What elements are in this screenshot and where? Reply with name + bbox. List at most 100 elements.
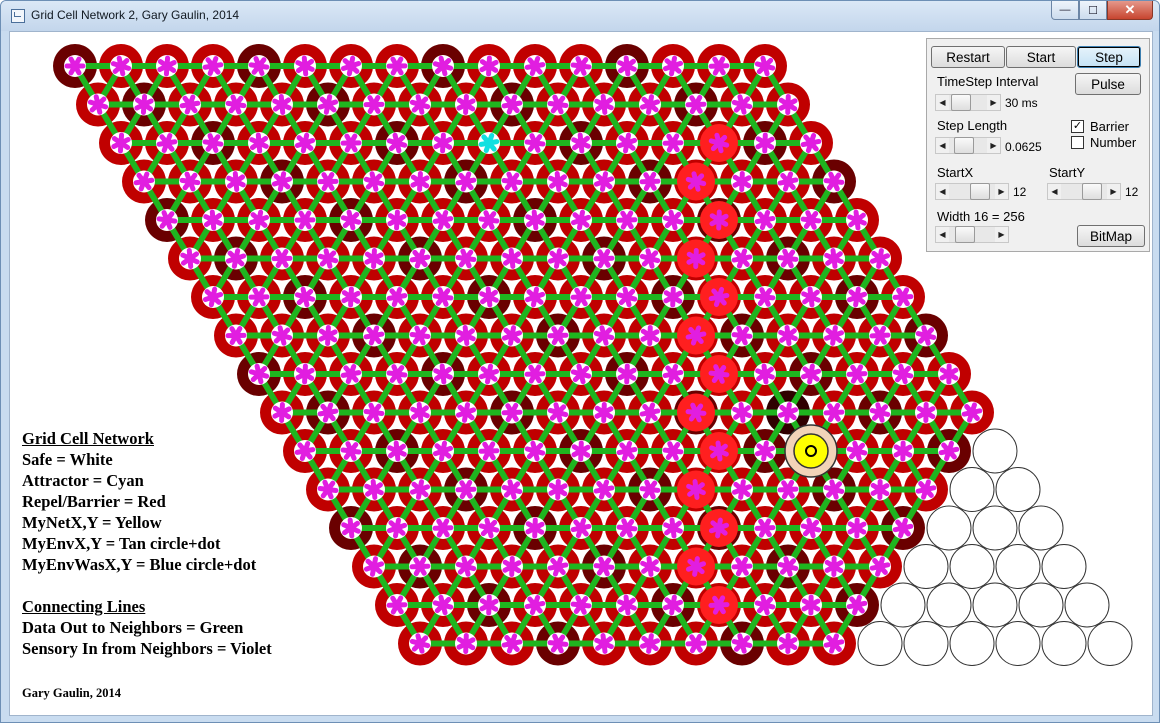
sensory-in-mark (202, 139, 224, 147)
timestep-label: TimeStep Interval (937, 74, 1039, 89)
legend: Grid Cell Network Safe = White Attractor… (22, 428, 362, 659)
bitmap-button[interactable]: BitMap (1077, 225, 1145, 247)
restart-button[interactable]: Restart (931, 46, 1005, 68)
legend-spacer (22, 575, 362, 596)
scroll-right-icon[interactable]: ▶ (987, 138, 1000, 153)
safe-cell (857, 621, 903, 666)
close-button[interactable]: ✕ (1107, 1, 1153, 20)
number-check-icon[interactable] (1071, 136, 1084, 149)
sensory-in-mark (179, 177, 201, 186)
sensory-in-mark (738, 402, 746, 423)
sensory-in-mark (440, 132, 446, 154)
sensory-in-mark (325, 325, 331, 346)
scroll-left-icon[interactable]: ◀ (936, 184, 949, 199)
maximize-button[interactable]: ☐ (1079, 1, 1107, 20)
lines-item: Data Out to Neighbors = Green (22, 618, 244, 637)
scroll-left-icon[interactable]: ◀ (1048, 184, 1061, 199)
slider-track[interactable] (949, 226, 995, 243)
timestep-value: 30 ms (1005, 96, 1038, 110)
safe-cell (949, 467, 995, 512)
scroll-left-icon[interactable]: ◀ (936, 95, 949, 110)
slider-thumb[interactable] (1082, 183, 1102, 200)
title-bar[interactable]: Grid Cell Network 2, Gary Gaulin, 2014 —… (1, 1, 1159, 31)
app-icon (11, 9, 25, 23)
slider-thumb[interactable] (970, 183, 990, 200)
slider-thumb[interactable] (955, 226, 975, 243)
timestep-slider[interactable]: ◀ ▶ (935, 94, 1001, 111)
pulse-button[interactable]: Pulse (1075, 73, 1141, 95)
safe-cell (1018, 505, 1064, 551)
legend-item: Repel/Barrier = Red (22, 492, 166, 511)
scroll-right-icon[interactable]: ▶ (995, 227, 1008, 242)
starty-value: 12 (1125, 185, 1139, 199)
my-net-circle (793, 433, 829, 469)
scroll-left-icon[interactable]: ◀ (936, 227, 949, 242)
slider-thumb[interactable] (954, 137, 974, 154)
lines-item: Sensory In from Neighbors = Violet (22, 639, 272, 658)
sensory-in-mark (455, 486, 477, 493)
safe-cell (880, 582, 926, 628)
scroll-right-icon[interactable]: ▶ (995, 184, 1008, 199)
sensory-in-mark (708, 63, 730, 69)
sensory-in-mark (623, 594, 631, 616)
number-label: Number (1090, 135, 1137, 150)
sensory-in-mark (807, 363, 815, 385)
start-button[interactable]: Start (1006, 46, 1076, 68)
legend-item: MyNetX,Y = Yellow (22, 513, 162, 532)
scroll-right-icon[interactable]: ▶ (1107, 184, 1120, 199)
starty-slider[interactable]: ◀ ▶ (1047, 183, 1121, 200)
sensory-in-mark (409, 563, 431, 570)
legend-item: MyEnvWasX,Y = Blue circle+dot (22, 555, 257, 574)
sensory-in-mark (685, 101, 707, 108)
safe-cell (1041, 544, 1087, 589)
sensory-in-mark (133, 177, 155, 186)
sensory-in-mark (478, 448, 500, 454)
sensory-in-mark (662, 140, 684, 146)
sensory-in-mark (600, 633, 608, 654)
starty-label: StartY (1049, 165, 1086, 180)
step-length-value: 0.0625 (1005, 140, 1042, 154)
safe-cell (926, 505, 972, 551)
startx-slider[interactable]: ◀ ▶ (935, 183, 1009, 200)
legend-item: Safe = White (22, 450, 113, 469)
sensory-in-mark (394, 209, 400, 231)
slider-track[interactable] (1061, 183, 1107, 200)
sensory-in-mark (348, 286, 354, 308)
sensory-in-mark (715, 517, 723, 539)
step-button[interactable]: Step (1077, 46, 1141, 68)
sensory-in-mark (853, 286, 861, 308)
number-checkbox[interactable]: Number (1071, 135, 1136, 150)
scroll-right-icon[interactable]: ▶ (987, 95, 1000, 110)
safe-cell (1018, 582, 1064, 628)
sensory-in-mark (386, 602, 408, 608)
sensory-in-mark (807, 286, 815, 308)
sensory-in-mark (761, 440, 769, 462)
slider-track[interactable] (949, 94, 987, 111)
credit-text: Gary Gaulin, 2014 (22, 686, 121, 700)
sensory-in-mark (823, 639, 845, 648)
sensory-in-mark (279, 402, 285, 423)
step-length-slider[interactable]: ◀ ▶ (935, 137, 1001, 154)
sensory-in-mark (524, 371, 546, 377)
scroll-left-icon[interactable]: ◀ (936, 138, 949, 153)
safe-cell (995, 544, 1041, 589)
safe-cell (972, 582, 1018, 628)
slider-track[interactable] (949, 137, 987, 154)
minimize-button[interactable]: — (1051, 1, 1079, 20)
sensory-in-mark (225, 100, 247, 109)
slider-track[interactable] (949, 183, 995, 200)
width-slider[interactable]: ◀ ▶ (935, 226, 1009, 243)
sensory-in-mark (784, 402, 792, 423)
slider-thumb[interactable] (951, 94, 971, 111)
sensory-in-mark (830, 248, 838, 269)
sensory-in-mark (715, 440, 723, 462)
startx-label: StartX (937, 165, 974, 180)
sensory-in-mark (248, 62, 270, 70)
sensory-in-mark (853, 209, 861, 231)
safe-cell (949, 621, 995, 666)
barrier-check-icon[interactable]: ✓ (1071, 120, 1084, 133)
barrier-checkbox[interactable]: ✓ Barrier (1071, 119, 1129, 134)
barrier-label: Barrier (1090, 119, 1130, 134)
network-canvas[interactable]: Grid Cell Network Safe = White Attractor… (9, 31, 1153, 716)
width-label: Width 16 = 256 (937, 209, 1025, 224)
